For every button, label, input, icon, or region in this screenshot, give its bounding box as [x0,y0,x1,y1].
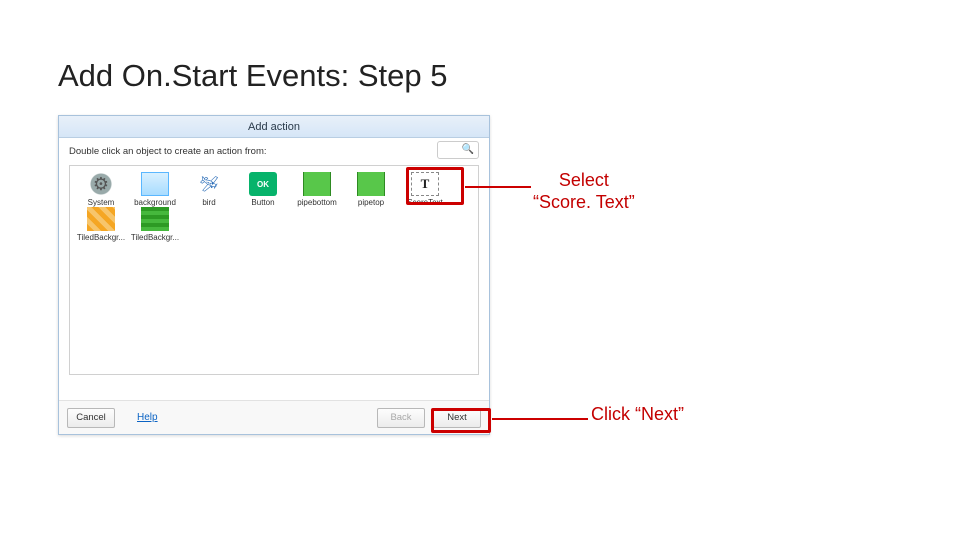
leader-line [492,418,588,420]
object-scoretext[interactable]: T ScoreText [400,172,450,207]
objects-panel: System background bird OK Button pipebot… [69,165,479,375]
cancel-button[interactable]: Cancel [67,408,115,428]
object-bird[interactable]: bird [184,172,234,207]
back-button[interactable]: Back [377,408,425,428]
object-button[interactable]: OK Button [238,172,288,207]
background-icon [141,172,169,196]
object-label: bird [184,198,234,207]
button-icon: OK [249,172,277,196]
dialog-footer: Cancel Help Back Next [59,400,489,434]
add-action-dialog: Add action Double click an object to cre… [58,115,490,435]
dialog-prompt: Double click an object to create an acti… [69,146,479,157]
object-label: ScoreText [400,198,450,207]
callout-line: Select [533,170,635,192]
object-label: System [76,198,126,207]
callout-select-scoretext: Select “Score. Text” [533,170,635,213]
object-pipetop[interactable]: pipetop [346,172,396,207]
object-label: pipetop [346,198,396,207]
callout-click-next: Click “Next” [591,404,684,425]
tiledbg-icon [141,207,169,231]
object-label: pipebottom [292,198,342,207]
object-label: TiledBackgr... [130,233,180,242]
text-icon: T [411,172,439,196]
slide-title: Add On.Start Events: Step 5 [58,58,447,94]
pipebottom-icon [303,172,331,196]
object-system[interactable]: System [76,172,126,207]
callout-line: “Score. Text” [533,192,635,214]
object-label: background [130,198,180,207]
object-background[interactable]: background [130,172,180,207]
object-label: TiledBackgr... [76,233,126,242]
dialog-title: Add action [59,116,489,138]
object-tiledbg-2[interactable]: TiledBackgr... [130,207,180,242]
search-input[interactable] [437,141,479,159]
object-tiledbg-1[interactable]: TiledBackgr... [76,207,126,242]
gear-icon [87,172,115,196]
bird-icon [195,172,223,196]
next-button[interactable]: Next [433,408,481,428]
tiledbg-icon [87,207,115,231]
object-label: Button [238,198,288,207]
object-grid: System background bird OK Button pipebot… [76,172,472,242]
leader-line [465,186,531,188]
object-pipebottom[interactable]: pipebottom [292,172,342,207]
help-link[interactable]: Help [137,412,158,423]
pipetop-icon [357,172,385,196]
